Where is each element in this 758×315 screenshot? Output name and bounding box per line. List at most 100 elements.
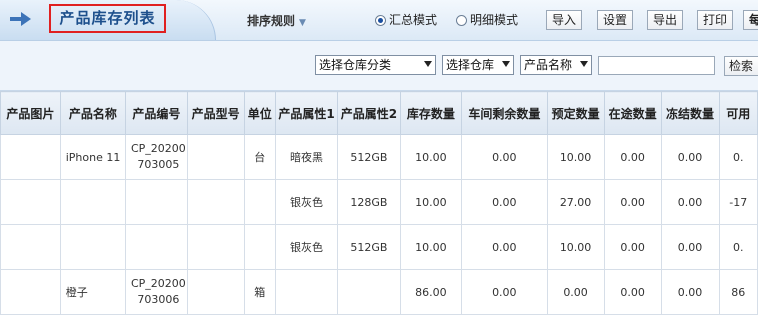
column-header[interactable]: 库存数量 (399, 91, 463, 135)
unit-cell: 台 (243, 134, 276, 180)
export-button[interactable]: 导出 (647, 10, 684, 30)
radio-unselected-icon[interactable] (456, 15, 467, 26)
reserved-qty-cell: 0.00 (546, 269, 605, 315)
table-row[interactable]: 橙子 CP_20200703006 箱 86.00 0.00 0.00 0.00… (0, 269, 758, 315)
mode-summary-radio[interactable]: 汇总模式 (375, 11, 437, 28)
unit-cell: 箱 (243, 269, 276, 315)
column-header[interactable]: 产品属性1 (274, 91, 339, 135)
frozen-qty-cell: 0.00 (660, 179, 720, 225)
transit-qty-cell: 0.00 (603, 179, 662, 225)
stock-qty-cell: 10.00 (399, 224, 463, 270)
print-button[interactable]: 打印 (697, 10, 734, 30)
product-model-cell (186, 179, 245, 225)
unit-cell (243, 179, 276, 225)
attr2-cell: 128GB (337, 179, 401, 225)
available-qty-cell: 86 (718, 269, 758, 315)
column-header[interactable]: 产品名称 (59, 91, 127, 135)
frozen-qty-cell: 0.00 (660, 224, 720, 270)
stock-qty-cell: 10.00 (399, 179, 463, 225)
available-qty-cell: 0. (718, 134, 758, 180)
chevron-down-icon (580, 61, 588, 67)
sort-rule-dropdown[interactable]: 排序规则 ▼ (247, 12, 306, 29)
available-qty-cell: 0. (718, 224, 758, 270)
reserved-qty-cell: 27.00 (546, 179, 605, 225)
reserved-qty-cell: 10.00 (546, 224, 605, 270)
table-header-row: 产品图片 产品名称 产品编号 产品型号 单位 产品属性1 产品属性2 库存数量 … (0, 91, 758, 135)
warehouse-category-select[interactable]: 选择仓库分类 (315, 55, 436, 75)
search-input[interactable] (598, 56, 715, 75)
product-name-cell: 橙子 (59, 269, 127, 315)
search-field-select[interactable]: 产品名称 (520, 55, 592, 75)
column-header[interactable]: 在途数量 (603, 91, 662, 135)
radio-selected-icon[interactable] (375, 15, 386, 26)
product-image-cell (0, 179, 61, 225)
attr1-cell: 暗夜黑 (274, 134, 339, 180)
title-panel: 产品库存列表 (0, 0, 216, 40)
stock-qty-cell: 10.00 (399, 134, 463, 180)
attr2-cell (337, 269, 401, 315)
reserved-qty-cell: 10.00 (546, 134, 605, 180)
mode-summary-label: 汇总模式 (389, 13, 438, 27)
transit-qty-cell: 0.00 (603, 269, 662, 315)
workshop-qty-cell: 0.00 (461, 224, 548, 270)
top-toolbar: 产品库存列表 排序规则 ▼ 汇总模式 明细模式 导入 设置 导出 打印 每 (0, 0, 758, 41)
product-code-cell (125, 224, 188, 270)
table-row[interactable]: iPhone 11 CP_20200703005 台 暗夜黑 512GB 10.… (0, 134, 758, 180)
attr1-cell: 银灰色 (274, 224, 339, 270)
product-code-cell: CP_20200703006 (125, 269, 188, 315)
frozen-qty-cell: 0.00 (660, 269, 720, 315)
table-row[interactable]: 银灰色 128GB 10.00 0.00 27.00 0.00 0.00 -17 (0, 179, 758, 225)
product-image-cell (0, 224, 61, 270)
filter-bar: 选择仓库分类 选择仓库 产品名称 检索 (0, 41, 758, 91)
column-header[interactable]: 产品图片 (0, 91, 61, 135)
product-name-cell (59, 224, 127, 270)
available-qty-cell: -17 (718, 179, 758, 225)
attr1-cell: 银灰色 (274, 179, 339, 225)
arrow-right-icon (10, 12, 31, 26)
page-title: 产品库存列表 (49, 4, 166, 33)
column-header[interactable]: 预定数量 (546, 91, 605, 135)
column-header[interactable]: 冻结数量 (660, 91, 720, 135)
per-page-button[interactable]: 每 (743, 10, 758, 30)
product-name-cell: iPhone 11 (59, 134, 127, 180)
search-field-value: 产品名称 (524, 58, 573, 72)
search-button[interactable]: 检索 (724, 56, 758, 76)
frozen-qty-cell: 0.00 (660, 134, 720, 180)
column-header[interactable]: 产品属性2 (337, 91, 401, 135)
product-image-cell (0, 269, 61, 315)
table-row[interactable]: 银灰色 512GB 10.00 0.00 10.00 0.00 0.00 0. (0, 224, 758, 270)
attr2-cell: 512GB (337, 134, 401, 180)
column-header[interactable]: 车间剩余数量 (461, 91, 548, 135)
column-header[interactable]: 单位 (243, 91, 276, 135)
chevron-down-icon (424, 61, 432, 67)
inventory-table: 产品图片 产品名称 产品编号 产品型号 单位 产品属性1 产品属性2 库存数量 … (0, 91, 758, 315)
column-header[interactable]: 产品编号 (125, 91, 188, 135)
settings-button[interactable]: 设置 (597, 10, 634, 30)
column-header[interactable]: 产品型号 (186, 91, 245, 135)
workshop-qty-cell: 0.00 (461, 179, 548, 225)
stock-qty-cell: 86.00 (399, 269, 463, 315)
workshop-qty-cell: 0.00 (461, 269, 548, 315)
workshop-qty-cell: 0.00 (461, 134, 548, 180)
warehouse-select[interactable]: 选择仓库 (442, 55, 514, 75)
warehouse-value: 选择仓库 (446, 58, 495, 72)
column-header[interactable]: 可用 (718, 91, 758, 135)
product-code-cell (125, 179, 188, 225)
import-button[interactable]: 导入 (546, 10, 583, 30)
attr1-cell (274, 269, 339, 315)
mode-detail-label: 明细模式 (470, 13, 519, 27)
product-model-cell (186, 134, 245, 180)
warehouse-category-value: 选择仓库分类 (319, 58, 392, 72)
transit-qty-cell: 0.00 (603, 134, 662, 180)
product-model-cell (186, 224, 245, 270)
sort-rule-label: 排序规则 (247, 14, 296, 28)
product-image-cell (0, 134, 61, 180)
chevron-down-icon (502, 61, 510, 67)
attr2-cell: 512GB (337, 224, 401, 270)
unit-cell (243, 224, 276, 270)
product-model-cell (186, 269, 245, 315)
chevron-down-icon: ▼ (299, 18, 306, 28)
product-name-cell (59, 179, 127, 225)
mode-detail-radio[interactable]: 明细模式 (456, 11, 518, 28)
transit-qty-cell: 0.00 (603, 224, 662, 270)
